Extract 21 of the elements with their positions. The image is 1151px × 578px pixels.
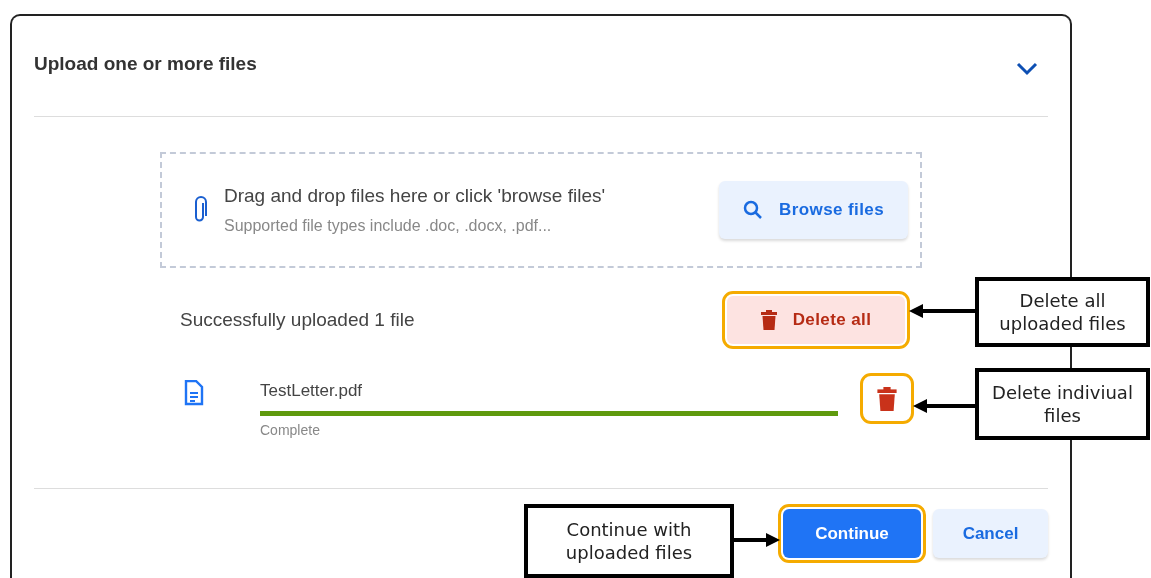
dropzone-hint: Supported file types include .doc, .docx, .pdf... [224,216,553,237]
dropzone[interactable]: Drag and drop files here or click 'browse files' Supported file types include .doc, .docx, .pdf... Browse files [160,152,922,268]
trash-icon [760,310,777,330]
paperclip-icon [192,196,208,224]
dropzone-heading: Drag and drop files here or click 'browse files' [224,183,607,208]
leader-arrow [734,533,780,547]
leader-arrow [913,399,975,413]
leader-arrow [909,304,975,318]
cancel-button[interactable]: Cancel [933,509,1048,558]
browse-files-button[interactable]: Browse files [719,181,908,239]
callout-label: Delete all uploaded files [975,277,1150,347]
document-icon [184,380,204,406]
callout-label: Continue with uploaded files [524,504,734,578]
chevron-down-icon[interactable] [1016,62,1038,76]
search-icon [743,200,764,220]
trash-icon [877,386,897,411]
callout-label: Delete indiviual files [975,368,1150,440]
file-name: TestLetter.pdf [260,380,364,402]
dialog-title: Upload one or more files [34,52,257,76]
file-status: Complete [260,420,321,440]
upload-summary: Successfully uploaded 1 file [180,307,415,332]
